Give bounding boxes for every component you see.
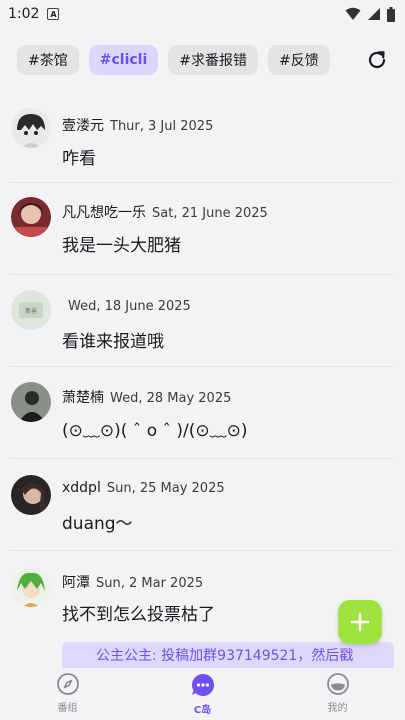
tag-clicli[interactable]: #clicli: [88, 45, 159, 75]
post-date: Sun, 25 May 2025: [106, 481, 225, 496]
nav-label: C岛: [193, 705, 212, 716]
post-author-line: 阿潭 Sun, 2 Mar 2025: [62, 572, 203, 592]
post-author-line: 萧楚楠 Wed, 28 May 2025: [62, 387, 231, 407]
avatar[interactable]: [11, 197, 51, 237]
post-date: Sun, 2 Mar 2025: [96, 576, 204, 591]
wifi-icon: [345, 7, 361, 20]
nav-label: 我的: [327, 703, 348, 714]
tag-fankui[interactable]: #反馈: [268, 45, 330, 75]
signal-icon: [368, 8, 380, 20]
avatar[interactable]: [11, 108, 51, 148]
status-bar: 1:02 A: [0, 0, 405, 28]
post-date: Wed, 28 May 2025: [110, 391, 232, 406]
avatar[interactable]: 集善: [11, 290, 51, 330]
post-content: 找不到怎么投票枯了: [62, 605, 215, 625]
notice-banner[interactable]: 公主公主: 投稿加群937149521，然后戳: [62, 642, 394, 668]
compass-icon: [56, 673, 79, 695]
tag-row: #茶馆 #clicli #求番报错 #反馈: [0, 40, 405, 80]
post-author: 萧楚楠: [62, 390, 104, 406]
divider: [10, 366, 393, 367]
avatar[interactable]: [11, 567, 51, 607]
post-author: 壹溇元: [62, 118, 104, 134]
post-date: Thur, 3 Jul 2025: [110, 119, 214, 134]
avatar[interactable]: [11, 382, 51, 422]
plus-icon: [350, 612, 370, 632]
post-author: 阿潭: [62, 575, 90, 591]
post-author-line: 凡凡想吃一乐 Sat, 21 June 2025: [62, 202, 268, 222]
post-content: duang～: [62, 514, 133, 534]
post-content: 咋看: [62, 149, 96, 169]
post-author: 凡凡想吃一乐: [62, 205, 146, 221]
add-post-button[interactable]: [338, 600, 382, 644]
avatar[interactable]: [11, 475, 51, 515]
post-date: Wed, 18 June 2025: [68, 299, 191, 314]
post-content: 我是一头大肥猪: [62, 236, 181, 256]
post-author: xddpl: [62, 480, 101, 496]
battery-icon: [387, 6, 395, 22]
chat-bubble-icon: [191, 673, 214, 696]
post-content: 看谁来报道哦: [62, 332, 164, 352]
divider: [10, 182, 393, 183]
post-author-line: 壹溇元 Thur, 3 Jul 2025: [62, 115, 213, 135]
divider: [10, 274, 393, 275]
notification-a-icon: A: [47, 8, 60, 20]
status-icons: [345, 6, 395, 22]
nav-cdao[interactable]: C岛: [135, 668, 270, 720]
post-author-line: xddpl Sun, 25 May 2025: [62, 480, 225, 496]
bottom-nav: 番组 C岛 我的: [0, 668, 405, 720]
tag-chaguan[interactable]: #茶馆: [17, 45, 79, 75]
status-time: 1:02: [8, 6, 40, 22]
tag-qiufan-baocuo[interactable]: #求番报错: [168, 45, 258, 75]
post-content: (⊙﹏⊙)( ˆ o ˆ )/(⊙﹏⊙): [62, 421, 248, 441]
face-icon: [326, 673, 349, 695]
post-author-line: Wed, 18 June 2025: [62, 298, 191, 314]
post-date: Sat, 21 June 2025: [152, 206, 268, 221]
nav-label: 番组: [57, 703, 78, 714]
nav-fanzu[interactable]: 番组: [0, 668, 135, 720]
svg-text:集善: 集善: [25, 307, 37, 315]
nav-mine[interactable]: 我的: [270, 668, 405, 720]
divider: [10, 550, 393, 551]
refresh-icon[interactable]: [365, 48, 389, 72]
divider: [10, 458, 393, 459]
